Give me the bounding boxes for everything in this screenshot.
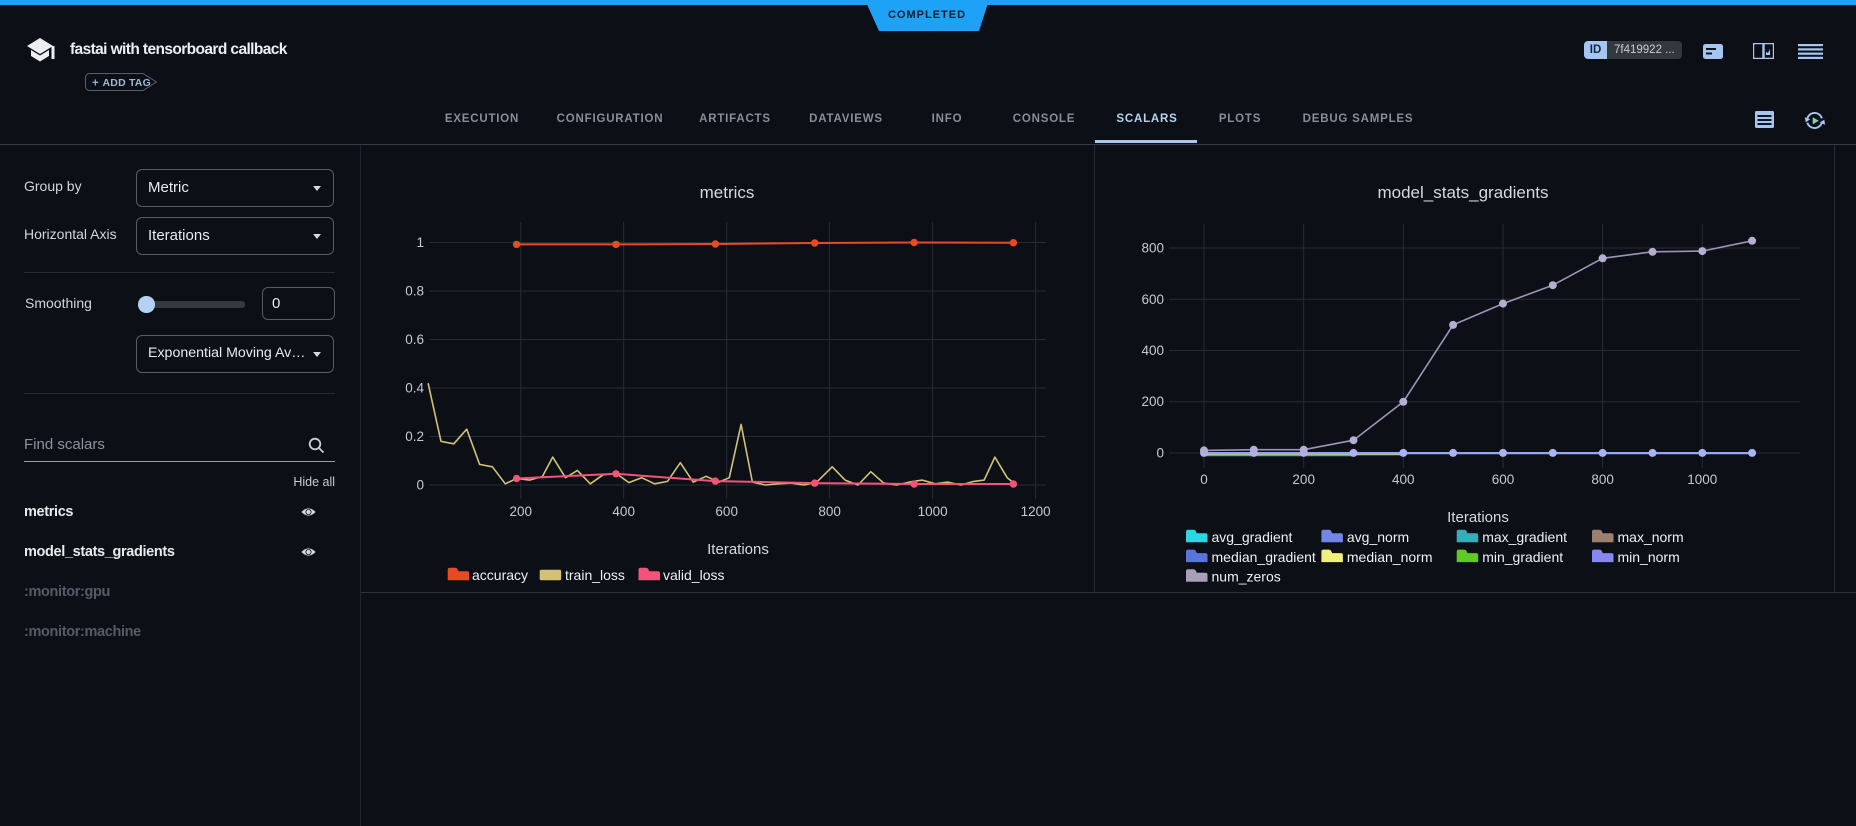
- svg-text:0: 0: [1200, 472, 1208, 487]
- svg-text:200: 200: [510, 504, 533, 519]
- svg-text:Iterations: Iterations: [707, 541, 769, 558]
- svg-text:metrics: metrics: [700, 183, 755, 202]
- svg-text:600: 600: [1141, 292, 1164, 307]
- svg-text:model_stats_gradients: model_stats_gradients: [1377, 183, 1548, 202]
- svg-text:0.2: 0.2: [405, 429, 424, 444]
- svg-text:600: 600: [1492, 472, 1515, 487]
- svg-text:avg_gradient: avg_gradient: [1212, 529, 1293, 545]
- svg-text:1200: 1200: [1021, 504, 1051, 519]
- svg-text:400: 400: [1392, 472, 1415, 487]
- svg-text:1000: 1000: [1687, 472, 1717, 487]
- svg-text:1: 1: [416, 235, 424, 250]
- svg-text:400: 400: [612, 504, 635, 519]
- svg-text:avg_norm: avg_norm: [1347, 529, 1409, 545]
- svg-text:0.8: 0.8: [405, 284, 424, 299]
- svg-text:200: 200: [1292, 472, 1315, 487]
- svg-text:max_gradient: max_gradient: [1482, 529, 1567, 545]
- svg-text:max_norm: max_norm: [1618, 529, 1684, 545]
- svg-text:1000: 1000: [918, 504, 948, 519]
- svg-text:min_norm: min_norm: [1618, 549, 1680, 565]
- svg-text:0: 0: [1156, 446, 1164, 461]
- svg-text:400: 400: [1141, 343, 1164, 358]
- svg-text:train_loss: train_loss: [565, 567, 625, 583]
- svg-text:0.4: 0.4: [405, 381, 424, 396]
- svg-text:accuracy: accuracy: [472, 567, 528, 583]
- svg-text:num_zeros: num_zeros: [1212, 569, 1281, 585]
- svg-text:min_gradient: min_gradient: [1482, 549, 1563, 565]
- svg-text:0: 0: [416, 478, 424, 493]
- svg-text:Iterations: Iterations: [1447, 509, 1509, 526]
- svg-text:800: 800: [1141, 241, 1164, 256]
- svg-text:+: +: [92, 78, 99, 90]
- svg-text:valid_loss: valid_loss: [663, 567, 724, 583]
- svg-text:ADD TAG: ADD TAG: [103, 77, 151, 89]
- svg-text:600: 600: [715, 504, 738, 519]
- svg-text:200: 200: [1141, 394, 1164, 409]
- svg-text:median_gradient: median_gradient: [1212, 549, 1316, 565]
- svg-text:median_norm: median_norm: [1347, 549, 1433, 565]
- svg-text:800: 800: [818, 504, 841, 519]
- svg-text:0.6: 0.6: [405, 332, 424, 347]
- svg-text:800: 800: [1591, 472, 1614, 487]
